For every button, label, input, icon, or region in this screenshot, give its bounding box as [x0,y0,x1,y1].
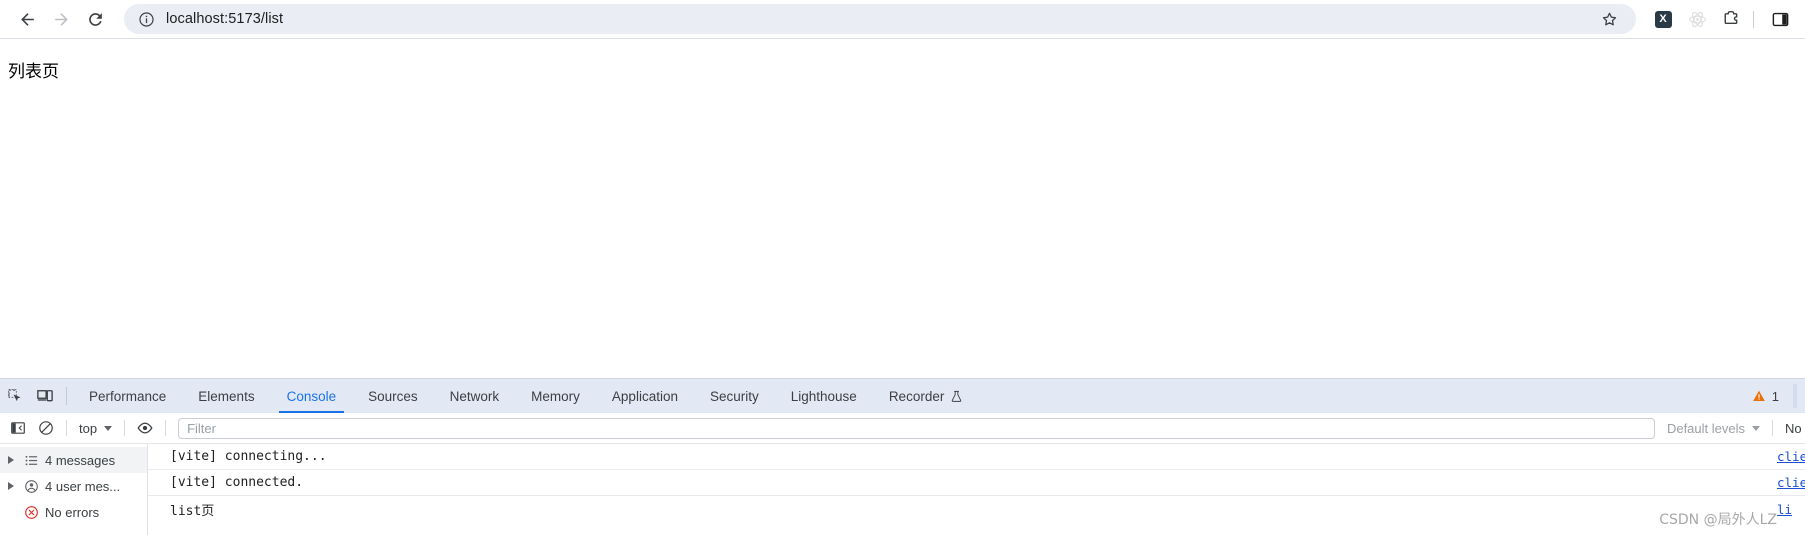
console-toolbar-divider-3 [165,420,167,436]
console-message-text: list页 [170,503,215,519]
console-log-levels-value: Default levels [1666,420,1745,436]
tab-label: Application [611,388,678,404]
console-sidebar-item-user-messages[interactable]: 4 user mes... [0,473,147,499]
chevron-down-icon [1752,425,1760,431]
tab-label: Recorder [888,388,945,404]
console-log-levels-selector[interactable]: Default levels [1661,421,1766,436]
react-devtools-icon[interactable] [1682,4,1712,34]
tab-elements[interactable]: Elements [182,379,270,413]
console-sidebar-label: 4 user mes... [45,478,121,494]
live-expression-eye-icon[interactable] [131,415,159,441]
forward-arrow-icon [54,12,68,26]
console-body: 4 messages 4 user mes... No errors [vite… [0,444,1805,535]
url-text: localhost:5173/list [166,11,284,27]
tab-sources[interactable]: Sources [352,379,434,413]
page-viewport: 列表页 [0,38,1805,378]
console-sidebar: 4 messages 4 user mes... No errors [0,444,148,535]
error-circle-icon [21,505,41,520]
tab-recorder[interactable]: Recorder [873,379,980,413]
console-message-list: [vite] connecting... clie [vite] connect… [148,444,1805,535]
console-message-text: [vite] connected. [170,475,304,490]
tab-label: Elements [198,388,255,404]
console-message-text: [vite] connecting... [170,449,327,464]
expand-arrow-icon[interactable] [4,456,17,464]
tab-label: Lighthouse [790,388,857,404]
console-message-row[interactable]: [vite] connected. clie [148,470,1805,496]
console-toolbar-divider-2 [124,420,126,436]
toolbar-divider [1753,10,1754,28]
warning-counter[interactable]: 1 [1752,389,1779,404]
tab-label: Performance [89,388,167,404]
forward-button[interactable] [44,2,78,36]
browser-toolbar: localhost:5173/list X [0,0,1805,38]
console-sidebar-item-errors[interactable]: No errors [0,499,147,525]
console-message-source-link[interactable]: clie [1777,449,1805,464]
tab-label: Security [709,388,759,404]
address-bar[interactable]: localhost:5173/list [124,4,1636,34]
experiment-flask-icon [950,390,963,403]
tab-application[interactable]: Application [596,379,694,413]
page-heading: 列表页 [8,62,59,82]
tab-memory[interactable]: Memory [515,379,596,413]
console-message-row[interactable]: [vite] connecting... clie [148,444,1805,470]
console-toolbar-divider [66,420,67,436]
console-sidebar-toggle-icon[interactable] [4,415,32,441]
tab-security[interactable]: Security [694,379,775,413]
tab-lighthouse[interactable]: Lighthouse [775,379,873,413]
devtools-scrollbar-edge[interactable] [1793,384,1797,408]
console-sidebar-item-messages[interactable]: 4 messages [0,447,147,473]
warning-count: 1 [1771,388,1779,404]
console-toolbar: top Filter Default levels No [0,413,1805,444]
tabbar-divider [66,387,67,405]
clear-console-icon[interactable] [32,415,60,441]
back-button[interactable] [10,2,44,36]
tab-label: Console [286,388,337,404]
warning-triangle-icon [1752,390,1765,401]
tab-network[interactable]: Network [434,379,516,413]
tab-performance[interactable]: Performance [73,379,182,413]
console-toolbar-divider-4 [1772,420,1773,436]
console-message-source-link[interactable]: clie [1777,475,1805,490]
devtools-panel: Performance Elements Console Sources Net… [0,378,1805,535]
side-panel-icon[interactable] [1765,4,1795,34]
console-context-value: top [79,420,98,436]
expand-arrow-icon[interactable] [4,482,17,490]
console-filter-placeholder: Filter [187,420,216,436]
extensions-puzzle-icon[interactable] [1716,4,1746,34]
tab-console[interactable]: Console [271,379,353,413]
console-sidebar-label: No errors [45,504,100,520]
user-icon [21,479,41,494]
list-icon [21,453,41,468]
chevron-down-icon [104,425,113,431]
tab-label: Sources [368,388,418,404]
console-context-selector[interactable]: top [73,421,118,436]
tab-label: Memory [531,388,580,404]
console-filter-input[interactable]: Filter [178,417,1655,439]
devtools-tabbar: Performance Elements Console Sources Net… [0,379,1805,413]
reload-button[interactable] [78,2,112,36]
x-extension-icon[interactable]: X [1648,4,1678,34]
devtools-tabbar-right: 1 [1752,379,1805,413]
console-sidebar-label: 4 messages [45,452,116,468]
console-message-source-link[interactable]: li [1777,502,1805,517]
console-message-row[interactable]: list页 li [148,496,1805,522]
reload-icon [88,12,102,26]
console-issues-label[interactable]: No [1779,421,1801,436]
bookmark-star-icon[interactable] [1596,6,1622,32]
tab-label: Network [449,388,500,404]
site-info-icon[interactable] [136,9,156,29]
back-arrow-icon [20,12,34,26]
inspect-element-icon[interactable] [0,379,30,413]
device-toolbar-icon[interactable] [30,379,60,413]
